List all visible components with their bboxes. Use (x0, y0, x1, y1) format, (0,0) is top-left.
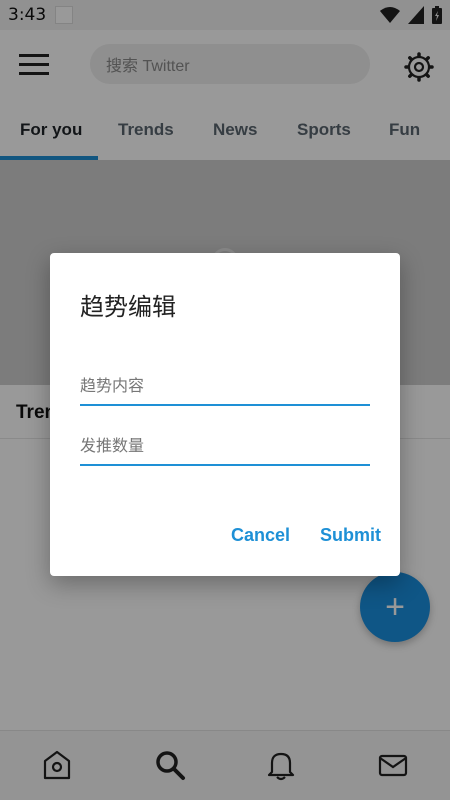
cancel-button[interactable]: Cancel (231, 525, 290, 546)
screen: 3:43 搜索 Twitter For you Trends News Spor… (0, 0, 450, 800)
trend-edit-dialog: 趋势编辑 Cancel Submit (50, 253, 400, 576)
tweet-count-input[interactable] (80, 426, 370, 466)
dialog-title: 趋势编辑 (80, 293, 176, 321)
trend-content-input[interactable] (80, 366, 370, 406)
submit-button[interactable]: Submit (320, 525, 381, 546)
